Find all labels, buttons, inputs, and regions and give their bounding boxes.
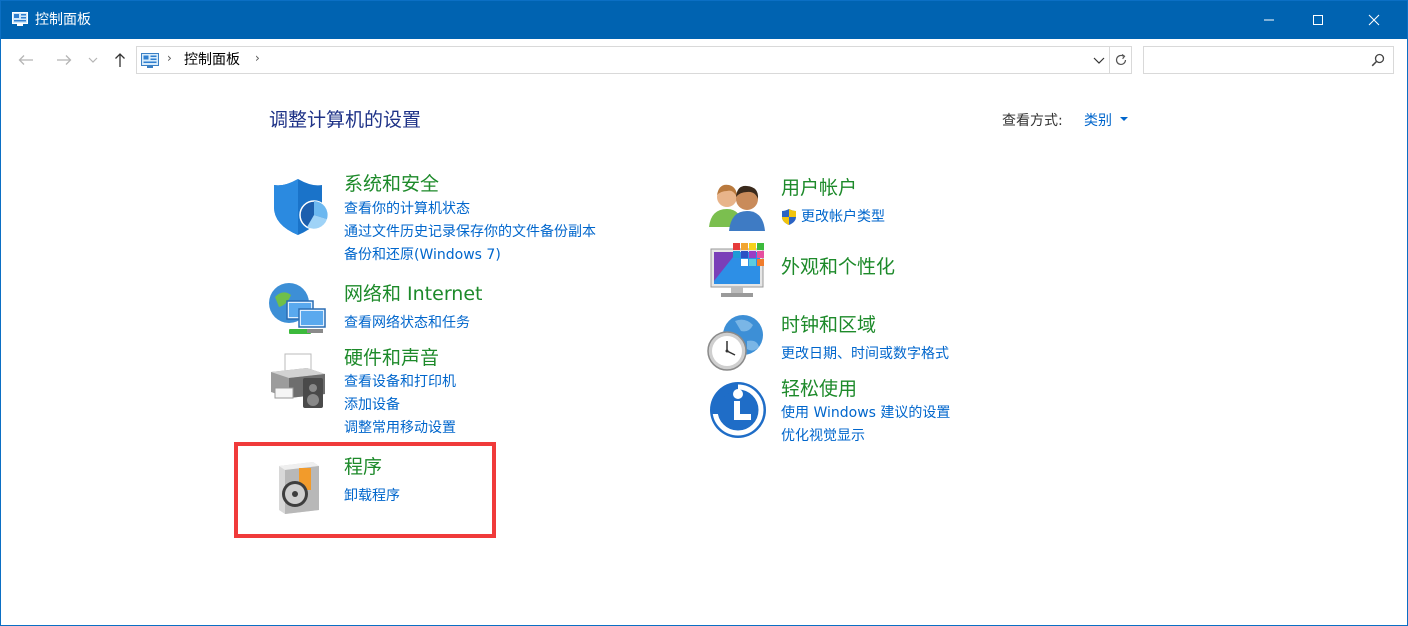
- category-title-system-security[interactable]: 系统和安全: [344, 172, 439, 196]
- address-bar[interactable]: › 控制面板 ›: [136, 46, 1132, 74]
- link-windows-recommended-settings[interactable]: 使用 Windows 建议的设置: [781, 404, 950, 422]
- search-input[interactable]: [1148, 50, 1364, 70]
- link-view-computer-status[interactable]: 查看你的计算机状态: [344, 200, 470, 218]
- control-panel-crumb-icon: [141, 53, 159, 68]
- search-icon[interactable]: [1371, 53, 1385, 67]
- users-icon[interactable]: [707, 177, 769, 239]
- chevron-down-icon: [88, 57, 98, 63]
- arrow-left-icon: [18, 55, 33, 65]
- title-bar: 控制面板: [1, 1, 1407, 39]
- arrow-right-icon: [57, 55, 72, 65]
- view-by-dropdown[interactable]: 类别: [1084, 110, 1112, 130]
- category-title-appearance[interactable]: 外观和个性化: [781, 255, 895, 279]
- category-title-clock-region[interactable]: 时钟和区域: [781, 313, 876, 337]
- category-title-network-internet[interactable]: 网络和 Internet: [344, 282, 482, 306]
- clock-globe-icon[interactable]: [705, 311, 767, 373]
- minimize-icon: [1264, 19, 1274, 21]
- close-icon: [1368, 14, 1380, 26]
- minimize-button[interactable]: [1246, 1, 1292, 39]
- link-view-devices-printers[interactable]: 查看设备和打印机: [344, 373, 456, 391]
- printer-icon[interactable]: [267, 350, 329, 412]
- address-history-dropdown[interactable]: [1089, 47, 1109, 73]
- breadcrumb-separator[interactable]: ›: [255, 51, 260, 65]
- search-box[interactable]: [1143, 46, 1394, 74]
- recent-locations-button[interactable]: [85, 49, 101, 71]
- uac-shield-icon: [782, 209, 796, 225]
- back-button[interactable]: [15, 49, 37, 71]
- breadcrumb-separator[interactable]: ›: [167, 51, 172, 65]
- link-change-date-time-format[interactable]: 更改日期、时间或数字格式: [781, 345, 949, 363]
- highlight-box: [234, 442, 496, 538]
- caret-down-icon[interactable]: [1120, 117, 1128, 121]
- link-view-network-status[interactable]: 查看网络状态和任务: [344, 314, 470, 332]
- link-change-account-type[interactable]: 更改帐户类型: [801, 208, 885, 226]
- maximize-icon: [1313, 15, 1323, 25]
- forward-button[interactable]: [53, 49, 75, 71]
- up-button[interactable]: [109, 49, 131, 71]
- page-title: 调整计算机的设置: [269, 109, 422, 131]
- control-panel-window: 控制面板 › 控制面板 › 调整计算机的设置 查看方式: 类别 系统和安全 查看…: [0, 0, 1408, 626]
- control-panel-app-icon: [12, 12, 28, 26]
- refresh-button[interactable]: [1109, 47, 1131, 73]
- link-backup-restore-win7[interactable]: 备份和还原(Windows 7): [344, 246, 501, 264]
- chevron-down-icon: [1093, 57, 1105, 64]
- breadcrumb-control-panel[interactable]: 控制面板: [184, 51, 240, 69]
- category-title-ease-of-access[interactable]: 轻松使用: [781, 377, 857, 401]
- category-title-user-accounts[interactable]: 用户帐户: [781, 176, 857, 200]
- category-title-hardware-sound[interactable]: 硬件和声音: [344, 346, 439, 370]
- shield-icon[interactable]: [269, 175, 331, 237]
- network-globe-icon[interactable]: [267, 279, 329, 341]
- monitor-palette-icon[interactable]: [707, 241, 769, 303]
- view-by-label: 查看方式:: [1002, 113, 1063, 129]
- link-add-device[interactable]: 添加设备: [344, 396, 400, 414]
- close-button[interactable]: [1351, 1, 1397, 39]
- link-file-history-backup[interactable]: 通过文件历史记录保存你的文件备份副本: [344, 223, 596, 241]
- link-optimize-visual-display[interactable]: 优化视觉显示: [781, 427, 865, 445]
- link-mobility-settings[interactable]: 调整常用移动设置: [344, 419, 456, 437]
- window-title: 控制面板: [35, 12, 91, 28]
- arrow-up-icon: [115, 53, 125, 67]
- maximize-button[interactable]: [1295, 1, 1341, 39]
- refresh-icon: [1115, 54, 1126, 66]
- ease-of-access-icon[interactable]: [707, 379, 769, 441]
